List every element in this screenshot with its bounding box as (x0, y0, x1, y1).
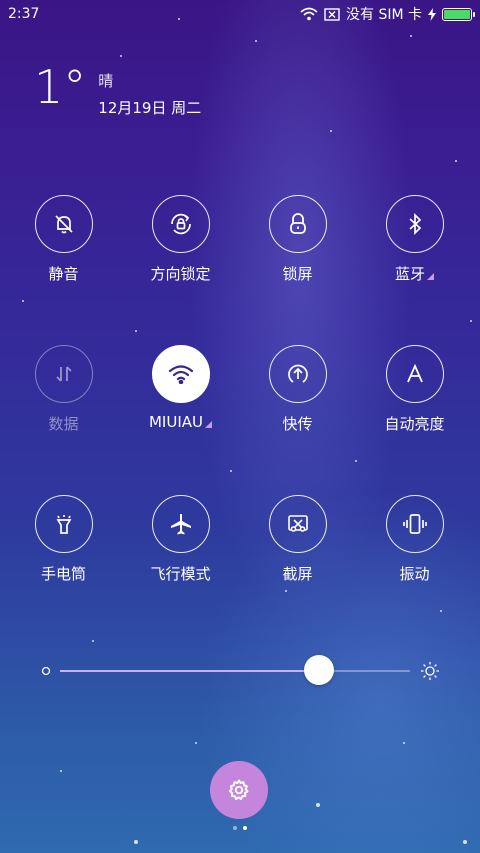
toggle-mobile-data-label: 数据 (48, 415, 79, 433)
toggle-mobile-data[interactable]: 数据 (5, 345, 122, 434)
vibrate-icon[interactable] (385, 495, 444, 553)
screenshot-icon[interactable] (268, 495, 327, 553)
lock-icon[interactable] (268, 195, 327, 253)
toggle-silent[interactable]: 静音 (5, 195, 122, 284)
status-indicators: 没有 SIM 卡 (300, 4, 475, 24)
battery-level-fill (444, 9, 470, 19)
brightness-thumb[interactable] (304, 655, 334, 685)
airplane-icon[interactable] (151, 495, 210, 553)
page-indicator (233, 826, 247, 830)
gear-icon (228, 779, 249, 800)
temperature: 1° (34, 60, 87, 114)
page-dot-1 (233, 826, 237, 830)
toggle-rotation-lock[interactable]: 方向锁定 (122, 195, 239, 284)
silent-bell-icon[interactable] (34, 195, 93, 253)
toggle-rotation-lock-label: 方向锁定 (150, 265, 211, 283)
wifi-signal-icon (300, 7, 318, 21)
toggle-quick-transfer-label: 快传 (282, 415, 313, 433)
flashlight-icon[interactable] (34, 495, 93, 553)
toggle-wifi[interactable]: MIUIAU (122, 345, 239, 431)
toggle-quick-transfer[interactable]: 快传 (239, 345, 356, 434)
quick-transfer-icon[interactable] (268, 345, 327, 403)
battery-icon (442, 7, 475, 21)
expand-indicator-icon (205, 421, 212, 428)
toggle-airplane-label: 飞行模式 (150, 565, 211, 583)
toggle-flashlight-label: 手电筒 (40, 565, 86, 583)
status-time: 2:37 (8, 6, 40, 22)
no-sim-icon (324, 7, 340, 21)
auto-brightness-icon[interactable] (385, 345, 444, 403)
weather-date: 12月19日 周二 (98, 99, 202, 117)
brightness-high-icon (421, 662, 439, 680)
settings-button[interactable] (210, 761, 268, 819)
carrier-text: 没有 SIM 卡 (346, 7, 422, 23)
toggle-vibrate-label: 振动 (399, 565, 430, 583)
toggle-airplane[interactable]: 飞行模式 (122, 495, 239, 584)
toggle-lock-screen[interactable]: 锁屏 (239, 195, 356, 284)
charging-icon (428, 7, 436, 21)
toggle-wifi-text: MIUIAU (148, 413, 203, 431)
expand-indicator-icon (427, 273, 434, 280)
page-dot-2 (243, 826, 247, 830)
toggle-auto-brightness-label: 自动亮度 (384, 415, 445, 433)
wifi-icon[interactable] (151, 345, 210, 403)
toggle-auto-brightness[interactable]: 自动亮度 (356, 345, 473, 434)
toggle-silent-label: 静音 (48, 265, 79, 283)
toggle-vibrate[interactable]: 振动 (356, 495, 473, 584)
bluetooth-icon[interactable] (385, 195, 444, 253)
brightness-fill (60, 670, 319, 672)
brightness-slider[interactable] (40, 655, 440, 686)
toggle-bluetooth-text: 蓝牙 (394, 265, 425, 283)
brightness-track[interactable] (60, 655, 410, 685)
rotation-lock-icon[interactable] (151, 195, 210, 253)
brightness-low-icon (41, 666, 51, 676)
toggle-bluetooth[interactable]: 蓝牙 (356, 195, 473, 284)
status-bar: 2:37 没有 SIM 卡 (0, 0, 480, 28)
toggle-wifi-label: MIUIAU (149, 413, 212, 431)
mobile-data-icon[interactable] (34, 345, 93, 403)
toggle-flashlight[interactable]: 手电筒 (5, 495, 122, 584)
toggle-bluetooth-label: 蓝牙 (395, 263, 434, 284)
toggle-screenshot-label: 截屏 (282, 565, 313, 583)
weather-condition: 晴 (98, 72, 114, 90)
weather-info: 晴 12月19日 周二 (98, 70, 201, 118)
weather-widget[interactable]: 1° 晴 12月19日 周二 (34, 64, 201, 118)
toggle-lock-screen-label: 锁屏 (282, 265, 313, 283)
toggle-screenshot[interactable]: 截屏 (239, 495, 356, 584)
